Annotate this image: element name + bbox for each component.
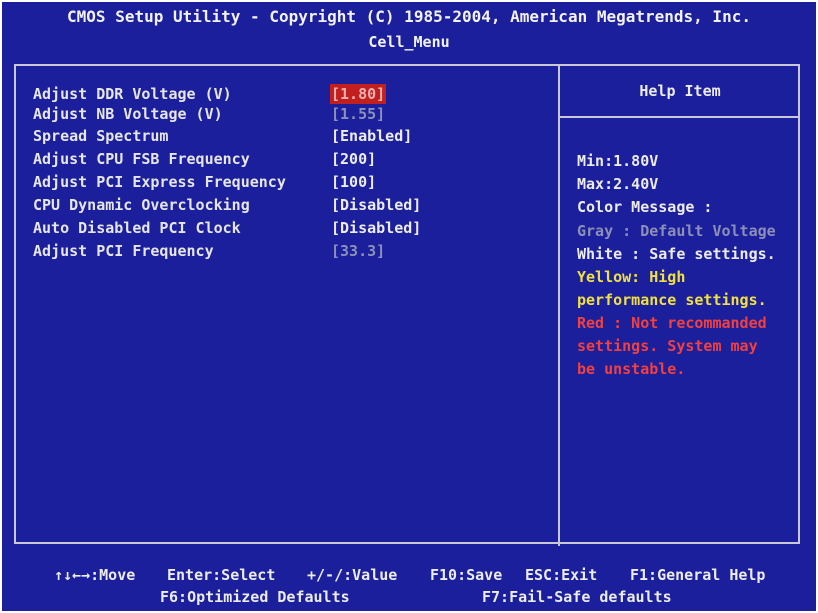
header-bar: CMOS Setup Utility - Copyright (C) 1985-… — [2, 2, 816, 58]
help-divider — [558, 64, 560, 546]
setting-value[interactable]: [33.3] — [330, 241, 386, 261]
key-optimized-defaults: F6:Optimized Defaults — [160, 588, 350, 606]
setting-value[interactable]: [Disabled] — [330, 218, 422, 238]
key-move: ↑↓←→:Move — [54, 566, 136, 584]
help-gray-legend: Gray : Default Voltage — [577, 222, 776, 240]
setting-label: CPU Dynamic Overclocking — [33, 196, 250, 214]
setting-value[interactable]: [1.55] — [330, 104, 386, 124]
setting-label: Spread Spectrum — [33, 127, 169, 145]
menu-title: Cell_Menu — [368, 33, 450, 51]
bios-screen: CMOS Setup Utility - Copyright (C) 1985-… — [0, 0, 818, 613]
setting-label: Adjust DDR Voltage (V) — [33, 85, 232, 103]
key-save: F10:Save — [430, 566, 503, 584]
setting-value[interactable]: [Disabled] — [330, 195, 422, 215]
help-red-legend: Red : Not recommanded — [577, 314, 767, 332]
setting-value[interactable]: [100] — [330, 172, 377, 192]
key-value: +/-/:Value — [307, 566, 398, 584]
app-title: CMOS Setup Utility - Copyright (C) 1985-… — [67, 7, 751, 26]
setting-value[interactable]: [200] — [330, 149, 377, 169]
help-title-divider — [560, 116, 800, 118]
help-red-legend-cont: settings. System may — [577, 337, 758, 355]
key-failsafe-defaults: F7:Fail-Safe defaults — [482, 588, 672, 606]
help-yellow-legend-cont: performance settings. — [577, 291, 767, 309]
help-red-legend-end: be unstable. — [577, 360, 686, 378]
setting-label: Adjust NB Voltage (V) — [33, 105, 223, 123]
help-min: Min:1.80V — [577, 152, 659, 170]
key-select: Enter:Select — [167, 566, 276, 584]
help-max: Max:2.40V — [577, 175, 659, 193]
help-yellow-legend: Yellow: High — [577, 268, 686, 286]
setting-value[interactable]: [Enabled] — [330, 126, 413, 146]
setting-label: Auto Disabled PCI Clock — [33, 219, 241, 237]
setting-value[interactable]: [1.80] — [330, 84, 387, 104]
setting-label: Adjust PCI Express Frequency — [33, 173, 286, 191]
key-general-help: F1:General Help — [630, 566, 766, 584]
setting-label: Adjust CPU FSB Frequency — [33, 150, 250, 168]
help-white-legend: White : Safe settings. — [577, 245, 776, 263]
key-exit: ESC:Exit — [525, 566, 598, 584]
setting-label: Adjust PCI Frequency — [33, 242, 214, 260]
footer-bar: ↑↓←→:Move Enter:Select +/-/:Value F10:Sa… — [2, 552, 816, 611]
help-color-message: Color Message : — [577, 198, 713, 216]
help-title: Help Item — [639, 82, 721, 100]
